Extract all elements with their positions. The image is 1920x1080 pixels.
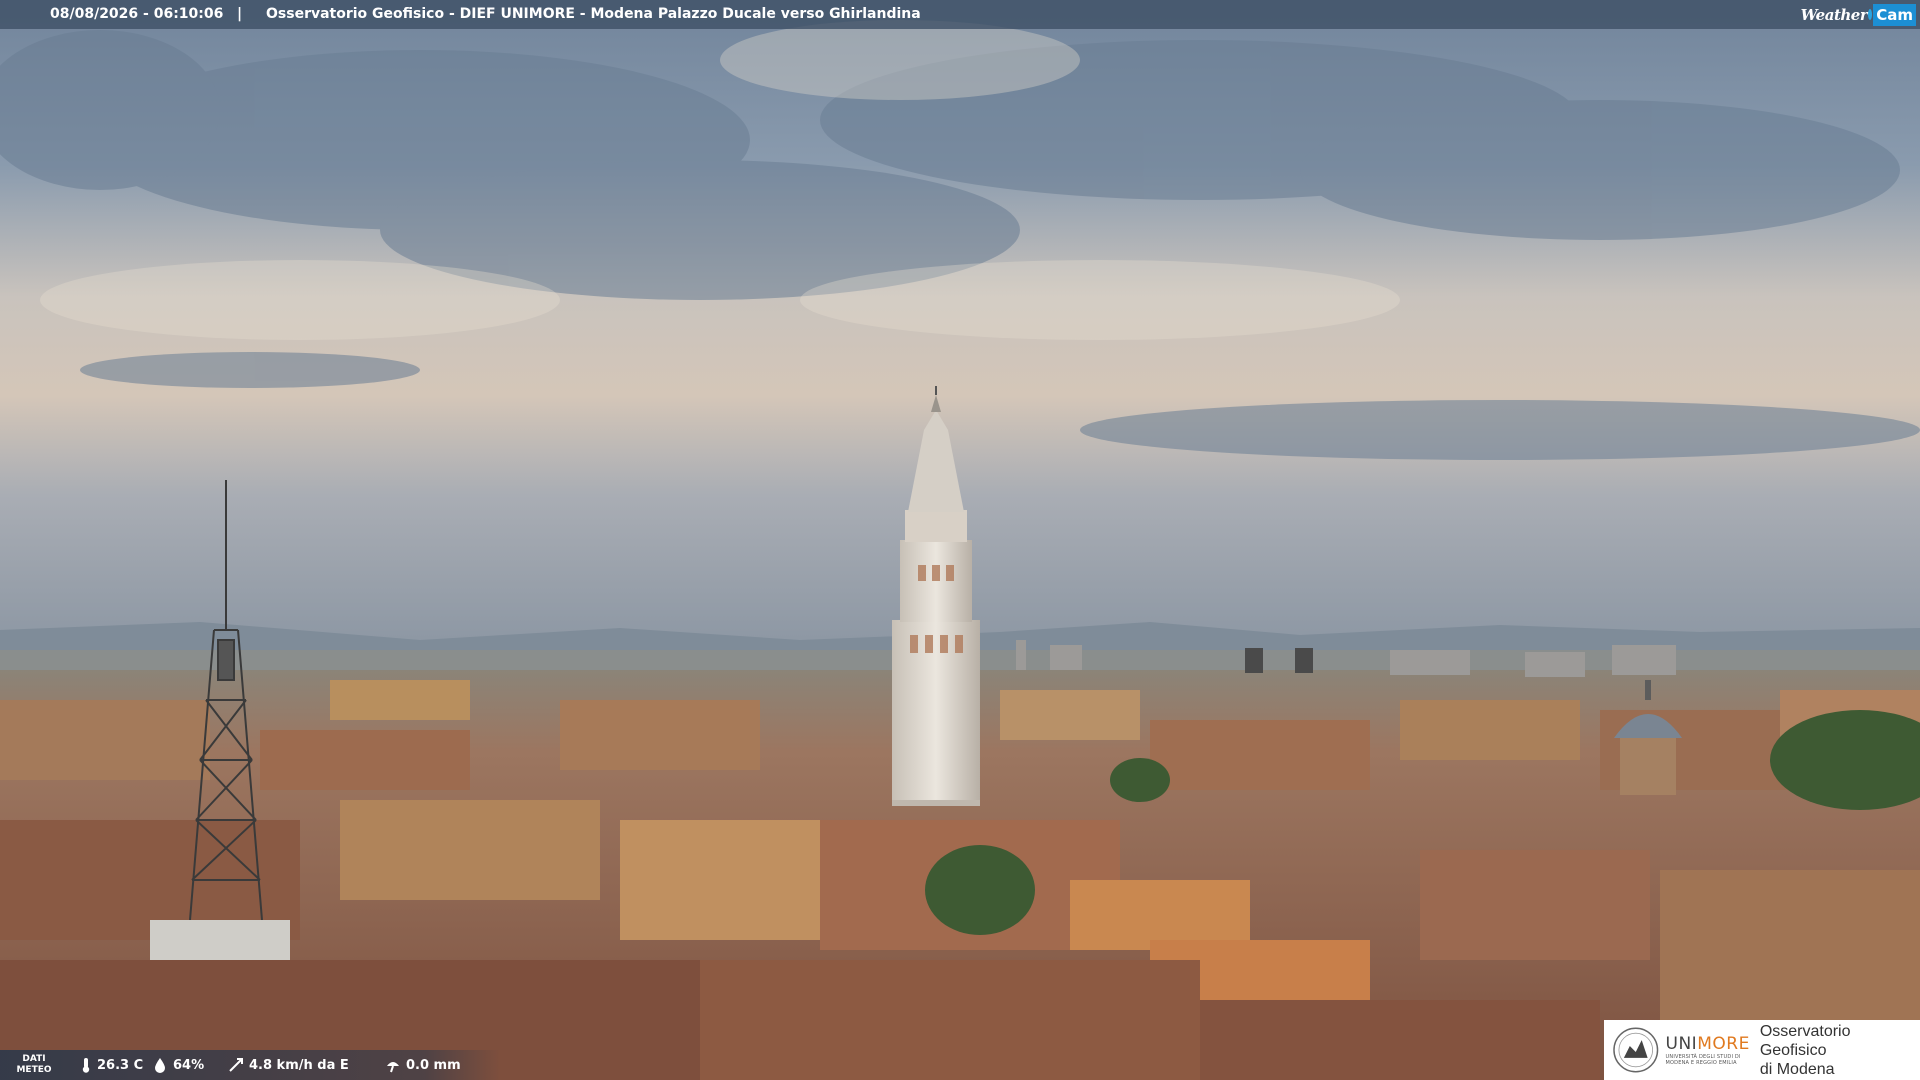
camera-title: Osservatorio Geofisico - DIEF UNIMORE - … bbox=[266, 6, 921, 22]
webcam-photo bbox=[0, 0, 1920, 1080]
timestamp: 08/08/2026 - 06:10:06 bbox=[50, 6, 224, 22]
unimore-logo: UNIMORE UNIVERSITÀ DEGLI STUDI DI MODENA… bbox=[1604, 1020, 1920, 1080]
weather-data-label: DATI METEO bbox=[16, 1054, 52, 1075]
temperature-value: 26.3 C bbox=[97, 1057, 144, 1073]
weathercam-logo-text: Weather bbox=[1800, 5, 1868, 24]
humidity-reading: 64% bbox=[152, 1057, 204, 1073]
thermometer-icon bbox=[82, 1058, 90, 1073]
humidity-value: 64% bbox=[173, 1057, 205, 1073]
wind-reading: 4.8 km/h da E bbox=[228, 1057, 349, 1073]
unimore-seal-icon bbox=[1613, 1027, 1659, 1073]
weathercam-logo-dot-icon bbox=[1868, 9, 1873, 20]
rain-value: 0.0 mm bbox=[406, 1057, 461, 1073]
wind-icon bbox=[229, 1058, 243, 1072]
webcam-header-bar: 08/08/2026 - 06:10:06 | Osservatorio Geo… bbox=[0, 0, 1920, 29]
unimore-subtitle: UNIVERSITÀ DEGLI STUDI DI MODENA E REGGI… bbox=[1665, 1054, 1741, 1066]
observatory-name: Osservatorio Geofisico di Modena bbox=[1759, 1022, 1851, 1078]
weather-data-bar: DATI METEO 26.3 C 64% 4.8 km/h da E 0.0 … bbox=[0, 1050, 500, 1080]
rooftop-unit bbox=[150, 920, 290, 960]
weathercam-logo: Weather Cam bbox=[1801, 0, 1920, 29]
header-separator: | bbox=[237, 6, 243, 22]
rain-reading: 0.0 mm bbox=[385, 1057, 461, 1073]
wind-value: 4.8 km/h da E bbox=[249, 1057, 349, 1073]
rain-gauge-icon bbox=[387, 1062, 399, 1073]
weathercam-logo-cam: Cam bbox=[1873, 3, 1916, 26]
unimore-name: UNIMORE bbox=[1665, 1034, 1750, 1054]
humidity-drop-icon bbox=[155, 1058, 165, 1073]
temperature-reading: 26.3 C bbox=[80, 1057, 143, 1073]
